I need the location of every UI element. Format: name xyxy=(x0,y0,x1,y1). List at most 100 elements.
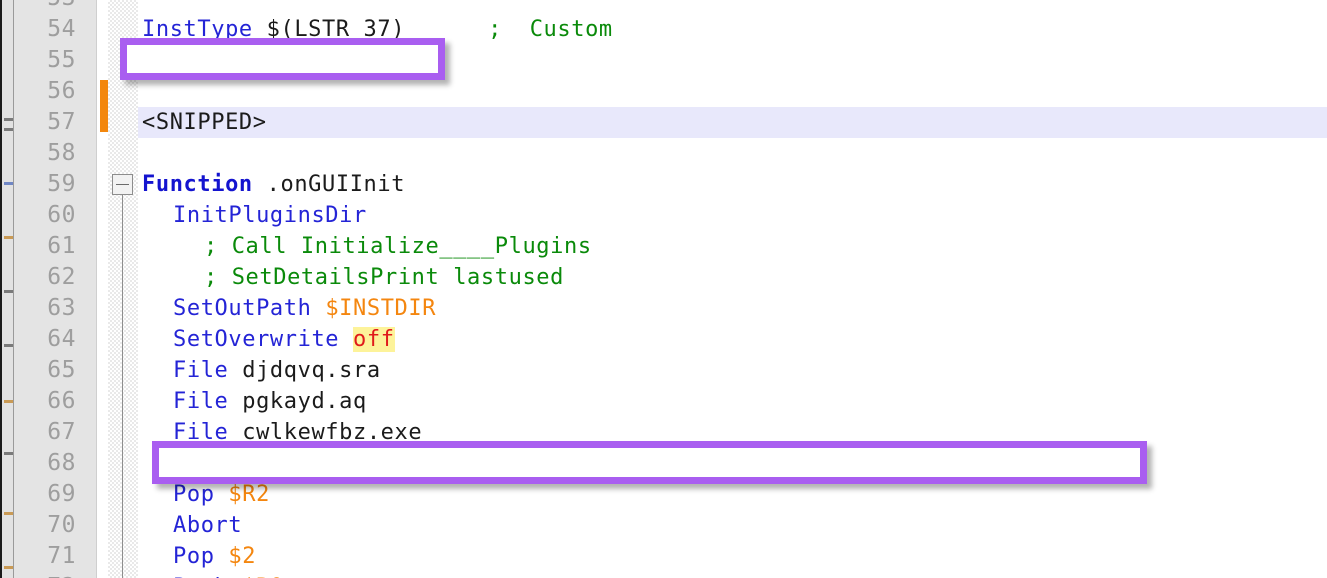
code-line[interactable]: File djdqvq.sra xyxy=(173,355,381,386)
line-number: 71 xyxy=(47,543,76,569)
code-token-cmd: SetOutPath xyxy=(173,296,312,321)
line-number-gutter: 53 54 55 56 57 58 59 60 61 62 63 64 65 66 67 68 69 70 71 72 xyxy=(14,0,97,578)
line-number: 72 xyxy=(14,572,76,578)
code-folding-column[interactable] xyxy=(108,0,138,578)
code-token-cmd: InstType xyxy=(142,17,253,42)
code-token-cmd: ExecWait xyxy=(173,451,284,476)
code-token-cmd: File xyxy=(173,420,229,445)
change-bar-marker xyxy=(100,80,108,132)
code-line[interactable]: InstallDir $TEMP xyxy=(142,45,364,76)
code-token-kw: Function xyxy=(142,172,253,197)
line-number: 57 xyxy=(47,109,76,135)
code-token-esc: $\ xyxy=(311,451,340,476)
code-token-plain: .onGUIInit xyxy=(266,172,406,197)
code-line[interactable]: Abort xyxy=(173,510,242,541)
code-token-str: \cwlkewfbz.exe xyxy=(463,451,658,476)
code-token-cmt: ; SetDetailsPrint lastused xyxy=(204,265,564,290)
line-number: 60 xyxy=(47,202,76,228)
code-token-str: \pgkayd.aq xyxy=(823,451,963,476)
line-number: 58 xyxy=(47,140,76,166)
line-number: 62 xyxy=(47,264,76,290)
line-number: 64 xyxy=(47,326,76,352)
scroll-marker-tick xyxy=(4,236,13,239)
line-number: 69 xyxy=(47,481,76,507)
scroll-marker-tick xyxy=(4,290,13,293)
line-number: 68 xyxy=(47,450,76,476)
code-token-plain: djdqvq.sra xyxy=(228,358,381,383)
code-line[interactable]: Push $R0 xyxy=(173,572,284,578)
line-number: 67 xyxy=(47,419,76,445)
code-token-var: $INSTDIR xyxy=(325,296,437,321)
code-line[interactable]: InitPluginsDir xyxy=(173,200,367,231)
scroll-marker-tick xyxy=(4,400,13,403)
line-number: 59 xyxy=(47,171,76,197)
code-line[interactable]: Pop $R2 xyxy=(173,479,270,510)
code-token-cmd: Pop xyxy=(173,482,215,507)
code-token-str xyxy=(699,451,714,476)
line-number: 53 xyxy=(14,0,76,14)
code-token-quote: " xyxy=(962,451,977,476)
fold-indent-guide xyxy=(122,195,123,578)
code-line[interactable]: <SNIPPED> xyxy=(142,107,267,138)
code-token-plain: $(LSTR 37) xyxy=(266,17,406,42)
code-token-strvar: $INSTDIR xyxy=(353,451,464,476)
scroll-marker-tick xyxy=(4,344,13,347)
code-line[interactable]: SetOverwrite off xyxy=(173,324,395,355)
code-line[interactable]: File cwlkewfbz.exe xyxy=(173,417,422,448)
code-editor-pane[interactable]: 53 54 55 56 57 58 59 60 61 62 63 64 65 66 67 68 69 70 71 72… xyxy=(0,0,1327,578)
code-token-quote: " xyxy=(685,451,700,476)
code-token-bad: off xyxy=(353,327,395,352)
code-line[interactable]: SetOutPath $INSTDIR xyxy=(173,293,436,324)
line-number: 54 xyxy=(47,16,76,42)
code-line[interactable]: File pgkayd.aq xyxy=(173,386,367,417)
fold-collapse-icon[interactable] xyxy=(112,174,133,195)
code-line[interactable]: ExecWait "$\"$INSTDIR\cwlkewfbz.exe$\" $… xyxy=(173,448,977,479)
code-token-plain: cwlkewfbz.exe xyxy=(228,420,423,445)
code-token-strvar: $INSTDIR xyxy=(713,451,824,476)
code-token-quote: " xyxy=(297,451,312,476)
scroll-marker-tick xyxy=(4,182,13,185)
code-token-plain: pgkayd.aq xyxy=(228,389,367,414)
line-number: 55 xyxy=(47,47,76,73)
line-number: 66 xyxy=(47,388,76,414)
scroll-marker-tick xyxy=(4,512,13,515)
line-number: 61 xyxy=(47,233,76,259)
code-content-area[interactable]: InstType $(LSTR 37) ; Custom InstallDir $… xyxy=(138,0,1327,578)
code-token-cmd: File xyxy=(173,389,229,414)
line-number: 56 xyxy=(47,78,76,104)
code-line[interactable]: ; Call Initialize____Plugins xyxy=(204,231,592,262)
scroll-marker-tick xyxy=(4,118,13,121)
code-token-cmd: Abort xyxy=(173,513,243,538)
scroll-marker-tick xyxy=(4,452,13,455)
marker-strip[interactable] xyxy=(0,0,14,578)
code-line[interactable]: Function .onGUIInit xyxy=(142,169,405,200)
code-token-cmd: InitPluginsDir xyxy=(173,203,367,228)
line-number: 65 xyxy=(47,357,76,383)
code-token-plain: <SNIPPED> xyxy=(142,110,267,135)
line-number: 63 xyxy=(47,295,76,321)
code-token-esc: $\ xyxy=(657,451,686,476)
line-number: 70 xyxy=(47,512,76,538)
code-token-var: $R2 xyxy=(228,482,270,507)
code-token-cmd: Pop xyxy=(173,544,215,569)
code-token-cmd: SetOverwrite xyxy=(173,327,340,352)
current-line-highlight xyxy=(138,107,1327,138)
code-token-var: $TEMP xyxy=(294,48,364,73)
code-token-cmt: ; Call Initialize____Plugins xyxy=(204,234,592,259)
code-token-var: $2 xyxy=(228,544,257,569)
scroll-marker-tick xyxy=(4,566,13,569)
gutter-divider xyxy=(96,0,97,578)
code-token-quote: " xyxy=(339,451,354,476)
scroll-marker-tick xyxy=(4,128,13,131)
code-line[interactable]: InstType $(LSTR 37) ; Custom xyxy=(142,14,613,45)
code-line[interactable]: ; SetDetailsPrint lastused xyxy=(204,262,564,293)
code-line[interactable]: Pop $2 xyxy=(173,541,256,572)
code-token-cmd: InstallDir xyxy=(142,48,281,73)
